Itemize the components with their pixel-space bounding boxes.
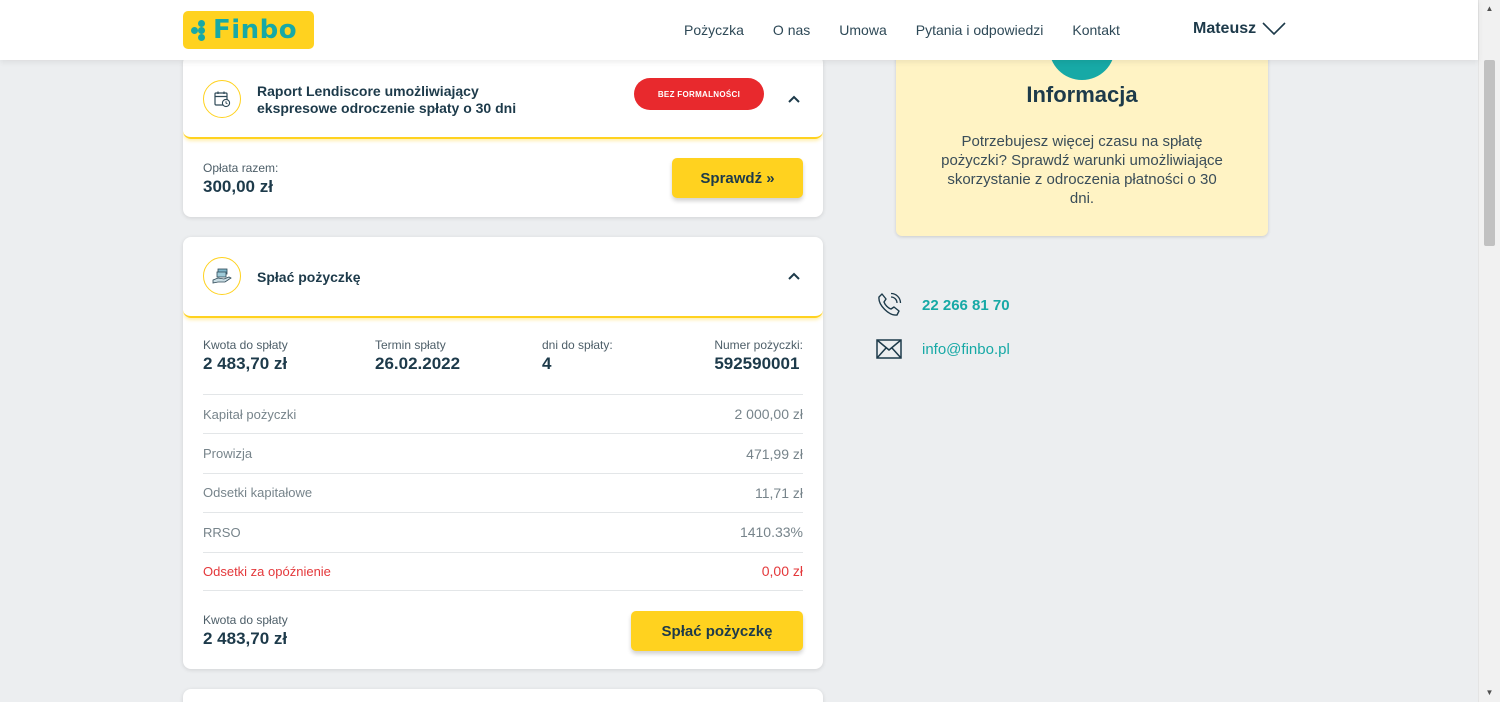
list-item-late-interest: Odsetki za opóźnienie 0,00 zł <box>203 551 803 591</box>
top-navigation-bar: Finbo Pożyczka O nas Umowa Pytania i odp… <box>0 0 1478 60</box>
finbo-logo[interactable]: Finbo <box>183 11 314 49</box>
scroll-down-arrow-icon[interactable]: ▼ <box>1479 686 1500 700</box>
money-hand-icon <box>203 257 241 295</box>
summary-label: Termin spłaty <box>375 338 446 352</box>
splac-pozyczke-card: Spłać pożyczkę Kwota do spłaty 2 483,70 … <box>183 237 823 669</box>
summary-days-left: dni do spłaty: 4 <box>542 338 613 374</box>
row-label: Odsetki za opóźnienie <box>203 563 331 579</box>
row-value: 2 000,00 zł <box>734 406 804 423</box>
summary-value: 4 <box>542 354 552 373</box>
logo-dots-icon <box>191 20 211 41</box>
fee-label: Opłata razem: <box>203 161 279 175</box>
row-label: Kapitał pożyczki <box>203 406 297 422</box>
row-label: Odsetki kapitałowe <box>203 485 313 501</box>
bez-formalnosci-badge: BEZ FORMALNOŚCI <box>634 78 764 110</box>
total-value: 2 483,70 zł <box>203 629 288 648</box>
list-item: Odsetki kapitałowe 11,71 zł <box>203 472 803 512</box>
row-value: 1410.33% <box>739 524 803 541</box>
chevron-up-icon[interactable] <box>787 269 801 283</box>
nav-link-umowa[interactable]: Umowa <box>839 22 886 38</box>
nav-link-faq[interactable]: Pytania i odpowiedzi <box>916 22 1044 38</box>
row-label: Prowizja <box>203 446 253 462</box>
summary-label: Numer pożyczki: <box>714 338 803 352</box>
raport-card-title: Raport Lendiscore umożliwiający ekspreso… <box>257 83 516 117</box>
loan-details-list: Kapitał pożyczki 2 000,00 zł Prowizja 47… <box>203 394 803 591</box>
nav-link-pozyczka[interactable]: Pożyczka <box>684 22 744 38</box>
main-nav: Pożyczka O nas Umowa Pytania i odpowiedz… <box>684 0 1149 60</box>
summary-due-date: Termin spłaty 26.02.2022 <box>375 338 460 374</box>
list-item: Prowizja 471,99 zł <box>203 433 803 472</box>
total-info: Kwota do spłaty 2 483,70 zł <box>203 613 288 649</box>
summary-label: dni do spłaty: <box>542 338 613 352</box>
contact-phone[interactable]: 22 266 81 70 <box>876 292 1010 318</box>
raport-title-line-1: Raport Lendiscore umożliwiający <box>257 83 479 99</box>
loan-card-header[interactable]: Spłać pożyczkę <box>183 237 823 318</box>
summary-label: Kwota do spłaty <box>203 338 288 352</box>
splac-pozyczke-button[interactable]: Spłać pożyczkę <box>631 611 803 651</box>
list-item: RRSO 1410.33% <box>203 512 803 551</box>
user-name: Mateusz <box>1193 20 1257 37</box>
phone-number[interactable]: 22 266 81 70 <box>922 297 1010 314</box>
chevron-up-icon[interactable] <box>787 92 801 106</box>
phone-icon <box>878 292 902 316</box>
email-address[interactable]: info@finbo.pl <box>922 341 1010 358</box>
row-value: 11,71 zł <box>755 484 803 501</box>
raport-card-header[interactable]: Raport Lendiscore umożliwiający ekspreso… <box>183 55 823 139</box>
sprawdz-button[interactable]: Sprawdź » <box>672 158 803 198</box>
calendar-clock-icon <box>203 80 241 118</box>
chevron-down-icon <box>1262 22 1286 36</box>
scroll-thumb[interactable] <box>1484 60 1495 246</box>
logo-text: Finbo <box>213 15 298 45</box>
summary-value: 26.02.2022 <box>375 354 461 373</box>
summary-value: 592590001 <box>714 354 800 373</box>
fee-info: Opłata razem: 300,00 zł <box>203 161 278 197</box>
raport-title-line-2: ekspresowe odroczenie spłaty o 30 dni <box>257 100 517 116</box>
summary-amount: Kwota do spłaty 2 483,70 zł <box>203 338 288 374</box>
user-menu[interactable]: Mateusz <box>1193 20 1286 38</box>
row-value: 471,99 zł <box>746 445 803 462</box>
loan-card-title: Spłać pożyczkę <box>257 269 361 285</box>
row-label: RRSO <box>203 524 241 540</box>
scroll-up-arrow-icon[interactable]: ▲ <box>1479 2 1500 16</box>
nav-link-kontakt[interactable]: Kontakt <box>1072 22 1119 38</box>
row-value: 0,00 zł <box>761 563 803 580</box>
info-text: Potrzebujesz więcej czasu na spłatę poży… <box>941 133 1223 207</box>
nav-link-o-nas[interactable]: O nas <box>773 22 810 38</box>
next-card <box>183 689 823 702</box>
mail-icon <box>876 339 902 359</box>
raport-lendiscore-card: Raport Lendiscore umożliwiający ekspreso… <box>183 55 823 217</box>
list-item: Kapitał pożyczki 2 000,00 zł <box>203 394 803 433</box>
contact-email[interactable]: info@finbo.pl <box>876 338 1010 360</box>
summary-loan-number: Numer pożyczki: 592590001 <box>714 338 803 374</box>
fee-value: 300,00 zł <box>203 177 273 196</box>
summary-value: 2 483,70 zł <box>203 354 288 373</box>
total-label: Kwota do spłaty <box>203 613 288 627</box>
info-title: Informacja <box>1026 82 1138 107</box>
vertical-scrollbar[interactable]: ▲ ▼ <box>1478 0 1500 702</box>
